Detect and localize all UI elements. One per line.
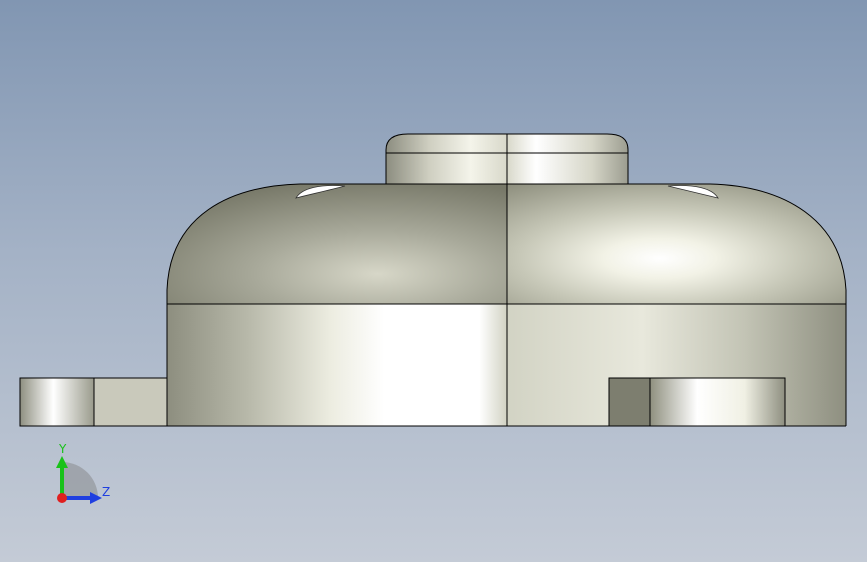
cad-viewport[interactable]: Y Z [0,0,867,562]
left-mounting-tab[interactable] [19,377,175,427]
triad-y-label: Y [59,442,67,456]
triad-z-label: Z [102,485,111,499]
orientation-triad[interactable]: Y Z [40,436,120,516]
right-mounting-tab[interactable] [608,377,786,427]
part-model[interactable] [0,0,867,562]
triad-icon [56,456,102,504]
